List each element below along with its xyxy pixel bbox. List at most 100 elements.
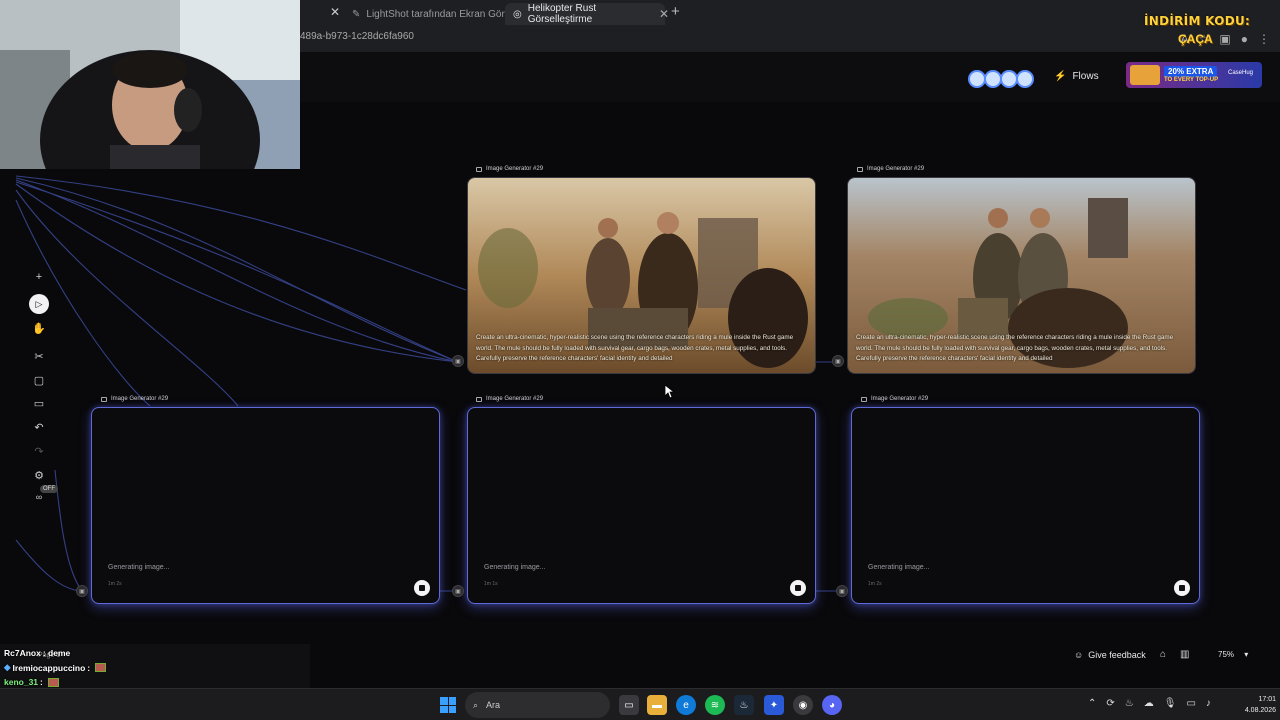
app-icon[interactable]: ✦ [764,695,784,715]
tab-helikopter[interactable]: ◎ Helikopter Rust Görselleştirme ✕ [505,3,669,25]
tray-app-icon[interactable]: ♨ [1125,698,1134,709]
promo-banner[interactable]: 20% EXTRA TO EVERY TOP-UP CaseHug [1126,62,1262,88]
webcam-overlay [0,0,300,169]
elapsed-time: 1m 2s [868,581,882,587]
node-title-text: Image Generator #29 [486,166,544,172]
node-title[interactable]: Image Generator #29 [861,396,928,402]
display-icon[interactable]: ▭ [1186,698,1195,709]
collaborator-avatars [968,70,1034,88]
flows-label: Flows [1072,71,1099,82]
settings-icon[interactable]: ⚙ [26,465,52,485]
menu-icon[interactable]: ⋮ [1258,32,1270,46]
node-title-text: Image Generator #29 [111,396,169,402]
input-port-icon[interactable]: ▣ [452,355,464,367]
image-node[interactable]: Create an ultra-cinematic, hyper-realist… [847,177,1196,374]
gift-icon [1130,65,1160,85]
chat-text: : deme [42,648,71,658]
hand-icon[interactable]: ✋ [26,318,52,338]
app-icon: ◎ [513,8,522,20]
elapsed-time: 1m 2s [108,581,122,587]
tray-app-icon[interactable]: ⟳ [1106,698,1114,709]
steam-icon[interactable]: ♨ [734,695,754,715]
profile-icon[interactable]: ● [1241,32,1248,46]
flows-button[interactable]: ⚡ Flows [1054,71,1099,82]
close-tab-icon[interactable]: ✕ [659,7,669,21]
new-tab-button[interactable]: + [671,3,680,20]
zoom-value: 75% [1218,650,1235,659]
emote-icon [47,677,59,687]
taskbar-search[interactable]: ⌕ Ara [465,692,610,718]
scissors-icon[interactable]: ✂ [26,346,52,366]
stop-button[interactable] [414,580,430,596]
node-title-text: Image Generator #29 [867,166,925,172]
extensions-icon[interactable]: ▣ [1219,32,1230,46]
pen-icon: ✎ [352,8,361,20]
microphone-icon[interactable]: 🎙 [1164,698,1177,709]
redo-icon[interactable]: ↷ [26,441,52,461]
image-node[interactable]: Create an ultra-cinematic, hyper-realist… [467,177,816,374]
comment-icon[interactable]: ▭ [26,393,52,413]
tray-app-icon[interactable]: ☁ [1144,698,1154,709]
edge-icon[interactable]: e [676,695,696,715]
prompt-text: Create an ultra-cinematic, hyper-realist… [856,334,1174,363]
node-title[interactable]: Image Generator #29 [476,396,543,402]
generating-status: Generating image... [868,564,930,571]
off-badge: OFF [40,485,58,493]
discord-icon[interactable]: ◕ [822,695,842,715]
node-title[interactable]: Image Generator #29 [857,166,924,172]
output-port-icon[interactable]: ▣ [832,355,844,367]
note-icon[interactable]: ▢ [26,370,52,390]
spotify-icon[interactable]: ≋ [705,695,725,715]
node-title-text: Image Generator #29 [486,396,544,402]
chat-username: Iremiocappuccino [12,662,86,673]
system-tray: ⌃ ⟳ ♨ ☁ 🎙 ▭ ♪ [1088,698,1211,709]
volume-icon[interactable]: ♪ [1206,698,1211,709]
image-icon [476,396,482,402]
tab-bar: ✕ ✎ LightShot tarafından Ekran Görün ◎ H… [300,0,1280,27]
node-title-text: Image Generator #29 [871,396,929,402]
task-view-icon[interactable]: ▭ [619,695,639,715]
image-icon [857,166,863,172]
input-port-icon[interactable]: ▣ [452,585,464,597]
feedback-icon: ☺ [1074,650,1084,660]
chat-username: Rc7Anox [4,648,41,658]
chat-message: keno_31: [4,677,59,687]
generating-status: Generating image... [108,564,170,571]
book-icon[interactable]: ▥ [1180,649,1189,660]
tab-label: LightShot tarafından Ekran Görün [366,8,516,20]
avatar[interactable] [1016,70,1034,88]
chat-message: ◆ Iremiocappuccino: [4,662,107,673]
node-title[interactable]: Image Generator #29 [101,396,168,402]
input-port-icon[interactable]: ▣ [836,585,848,597]
file-explorer-icon[interactable]: ▬ [647,695,667,715]
image-icon [861,396,867,402]
undo-icon[interactable]: ↶ [26,417,52,437]
cursor-icon[interactable]: ▷ [29,294,49,314]
chevron-up-icon[interactable]: ⌃ [1088,698,1096,709]
stop-button[interactable] [790,580,806,596]
promo-code-label: İNDİRİM KODU: [1144,14,1251,28]
add-icon[interactable]: + [26,267,52,287]
zoom-dropdown[interactable]: 75% ▾ [1218,650,1248,659]
image-icon [101,396,107,402]
generating-status: Generating image... [484,564,546,571]
stop-button[interactable] [1174,580,1190,596]
banner-brand: CaseHug [1228,70,1254,76]
node-title[interactable]: Image Generator #29 [476,166,543,172]
generating-node[interactable]: Generating image... 1m 2s [851,407,1200,604]
give-feedback-button[interactable]: ☺ Give feedback [1074,650,1146,660]
generating-node[interactable]: Generating image... 1m 2s [91,407,440,604]
search-label: Ara [486,700,501,710]
emote-icon [95,663,107,672]
address-bar[interactable]: 489a-b973-1c28dc6fa960 [300,31,414,49]
chat-username: keno_31 [4,677,39,687]
mouse-cursor-icon [665,385,675,399]
chrome-icon[interactable]: ◉ [793,695,813,715]
tab-lightshot[interactable]: ✎ LightShot tarafından Ekran Görün [352,3,516,25]
windows-start-icon[interactable] [440,697,456,713]
close-tab-icon[interactable]: ✕ [330,5,340,19]
input-port-icon[interactable]: ▣ [76,585,88,597]
clock[interactable]: 17:01 4.08.2026 [1226,694,1276,716]
graduation-cap-icon[interactable]: ⌂ [1160,649,1166,660]
generating-node[interactable]: Generating image... 1m 1s [467,407,816,604]
